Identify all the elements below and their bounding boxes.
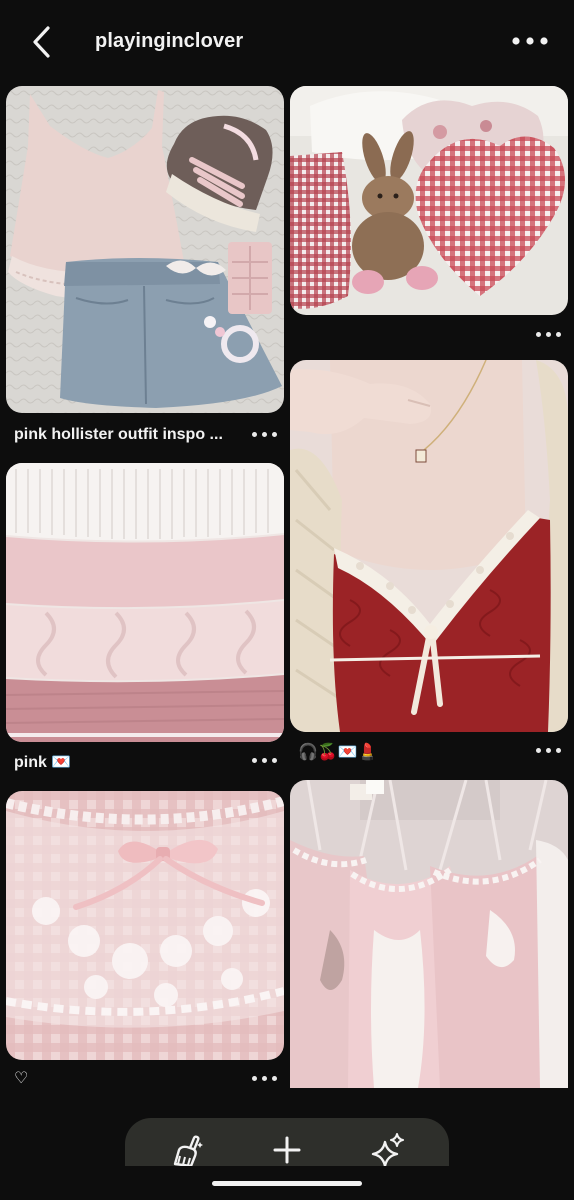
- sparkles-icon: [371, 1133, 404, 1168]
- pin-image-outfit[interactable]: [6, 86, 284, 413]
- pin-more-button-bunny[interactable]: [535, 326, 565, 344]
- lace-bow-image: [6, 791, 284, 1060]
- plus-icon: [273, 1136, 301, 1164]
- pin-more-button-red-cami[interactable]: [535, 742, 565, 760]
- pin-more-button-sweaters[interactable]: [251, 752, 281, 770]
- pin-caption-outfit[interactable]: pink hollister outfit inspo ...: [14, 426, 223, 444]
- sweater-stack-image: [6, 463, 284, 742]
- pin-image-lace-bow[interactable]: [6, 791, 284, 1060]
- slip-dresses-image: [290, 780, 568, 1088]
- broom-sparkle-icon: [173, 1135, 203, 1168]
- page-title: playinginclover: [95, 30, 244, 52]
- more-options-button[interactable]: [508, 30, 552, 52]
- pin-image-bunny[interactable]: [290, 86, 568, 315]
- bunny-pillows-image: [290, 86, 568, 315]
- pin-image-slips[interactable]: [290, 780, 568, 1088]
- pin-caption-red-cami[interactable]: 🎧🍒💌💄: [298, 742, 378, 762]
- clean-up-button[interactable]: [167, 1130, 207, 1170]
- back-button[interactable]: [26, 22, 60, 62]
- pin-caption-sweaters[interactable]: pink 💌: [14, 752, 71, 772]
- pin-more-button-outfit[interactable]: [251, 426, 281, 444]
- chevron-left-icon: [33, 26, 50, 58]
- red-camisole-image: [290, 360, 568, 732]
- home-indicator[interactable]: [212, 1181, 362, 1186]
- header: playinginclover: [0, 0, 574, 86]
- pin-image-red-cami[interactable]: [290, 360, 568, 732]
- outfit-flatlay-image: [6, 86, 284, 413]
- magic-button[interactable]: [367, 1130, 407, 1170]
- pin-more-button-lace-bow[interactable]: [251, 1070, 281, 1088]
- add-button[interactable]: [267, 1130, 307, 1170]
- pin-caption-lace-bow[interactable]: ♡: [14, 1068, 28, 1088]
- pin-image-sweaters[interactable]: [6, 463, 284, 742]
- more-horizontal-icon: [512, 37, 548, 45]
